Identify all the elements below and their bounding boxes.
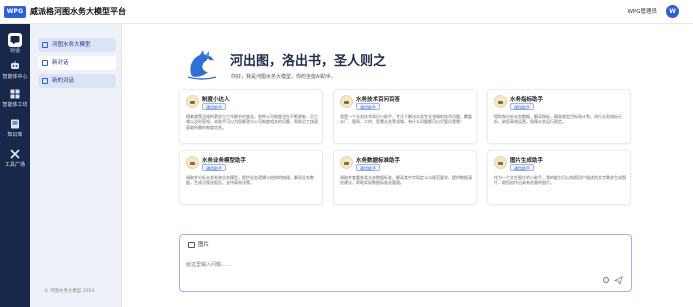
card-description: 提取和分析业务数据，解读指标，精准制定目标和计划，进行水务指标分析，助您高效运营…	[494, 114, 622, 125]
chat-input-box: 图片	[179, 234, 632, 292]
app-title: 威派格河图水务大模型平台	[30, 7, 126, 16]
conversation-item[interactable]: 新的对话	[38, 74, 116, 88]
agent-icon	[8, 59, 22, 73]
card-title: 水务业务模型助手	[202, 158, 247, 164]
hero-subtitle: 你好，我是河图水务大模型，你的全能AI助手。	[231, 74, 336, 80]
assistant-card[interactable]: 水务数据标准助手 通用助手 调取并查看各类水务数据标准，解读其中字段定义与规范要…	[333, 150, 477, 205]
card-tag: 通用助手	[356, 103, 380, 110]
card-tag: 通用助手	[202, 103, 226, 110]
assistant-avatar-icon	[340, 156, 353, 169]
card-title: 制度小达人	[202, 97, 230, 103]
left-nav: 对话 智能体中心 智能体工坊 知识库 工具广场	[0, 24, 30, 307]
image-upload-button[interactable]: 图片	[188, 241, 209, 249]
main-content: 河出图，洛出书，圣人则之 你好，我是河图水务大模型，你的全能AI助手。 制度小达…	[122, 24, 693, 307]
settings-icon[interactable]	[603, 277, 609, 283]
nav-item-agent-workshop[interactable]: 智能体工坊	[0, 84, 30, 112]
nav-item-agent-center[interactable]: 智能体中心	[0, 56, 30, 84]
hero-title: 河出图，洛出书，圣人则之	[230, 54, 387, 69]
card-description: 随着政策法规的更迭与工作细节的变化，各种公司制度也在不断更新，员工难以及时获知。…	[186, 114, 318, 130]
assistant-avatar-icon	[186, 95, 199, 108]
assistant-avatar-icon	[186, 156, 199, 169]
nav-item-knowledge[interactable]: 知识库	[0, 114, 30, 142]
nav-item-tools[interactable]: 工具广场	[0, 144, 30, 172]
assistant-avatar-icon	[494, 156, 507, 169]
card-description: 调取并查看各类水务数据标准，解读其中字段定义与规范要求，提供数据清洗建议，帮助实…	[340, 175, 472, 186]
image-upload-label: 图片	[198, 242, 210, 248]
user-avatar[interactable]: W	[666, 5, 679, 18]
copyright: © 河图水务大模型 2024	[44, 289, 95, 294]
card-title: 水务数据标准助手	[356, 158, 401, 164]
conversation-icon	[42, 78, 48, 84]
conversation-panel: 河图水务大模型 新对话 新的对话 © 河图水务大模型 2024	[30, 24, 122, 307]
card-title: 水务指标助手	[510, 97, 544, 103]
card-tag: 通用助手	[202, 164, 226, 171]
assistant-card[interactable]: 水务业务模型助手 通用助手 调取并分析水务系统业务模型，提供业务逻辑与结构的梳理…	[179, 150, 323, 205]
knowledge-icon	[8, 117, 22, 131]
workshop-icon	[8, 87, 22, 101]
side-item-label: 河图水务大模型	[52, 42, 91, 48]
new-chat-icon	[42, 60, 48, 66]
side-item-model[interactable]: 河图水务大模型	[38, 38, 116, 52]
top-bar: WPG 威派格河图水务大模型平台 WPG管理员 W	[0, 0, 693, 24]
app-logo: WPG	[4, 6, 26, 18]
assistant-card[interactable]: 图片生成助手 通用助手 作为一个文生图片的小助手，我的能力可以按照用户描述的文字…	[487, 150, 631, 205]
assistant-avatar-icon	[494, 95, 507, 108]
user-name[interactable]: WPG管理员	[627, 7, 657, 17]
nav-item-chat[interactable]: 对话	[0, 30, 30, 58]
model-icon	[42, 42, 48, 48]
nav-label-knowledge: 知识库	[7, 132, 23, 138]
card-description: 作为一个文生图片的小助手，我的能力可以按照用户描述的文字需求生成图片，助您创作出…	[494, 175, 626, 186]
card-tag: 通用助手	[510, 103, 534, 110]
card-description: 调取并分析水务系统业务模型，提供业务逻辑与结构的梳理，解读业务数据，生成可视化报…	[186, 175, 314, 186]
assistant-card[interactable]: 水务指标助手 通用助手 提取和分析业务数据，解读指标，精准制定目标和计划，进行水…	[487, 89, 631, 144]
send-icon[interactable]	[614, 276, 623, 285]
nav-label-agent-workshop: 智能体工坊	[2, 102, 28, 108]
side-item-label: 新对话	[52, 60, 69, 66]
new-chat-button[interactable]: 新对话	[38, 56, 116, 70]
chat-input[interactable]	[186, 259, 566, 271]
nav-label-agent-center: 智能体中心	[2, 74, 28, 80]
assistant-card[interactable]: 水务技术百问百答 通用助手 我是一个水务技术知识小助手，专注于解决水务专业领域的…	[333, 89, 477, 144]
card-description: 我是一个水务技术知识小助手，专注于解决水务专业领域的技术问题。覆盖水厂、管网、二…	[340, 114, 472, 125]
card-title: 水务技术百问百答	[356, 97, 401, 103]
card-tag: 通用助手	[510, 164, 534, 171]
chat-icon	[8, 33, 22, 47]
nav-label-tools: 工具广场	[4, 162, 25, 168]
card-title: 图片生成助手	[510, 158, 544, 164]
assistant-avatar-icon	[340, 95, 353, 108]
side-item-label: 新的对话	[52, 78, 75, 84]
card-tag: 通用助手	[356, 164, 380, 171]
nav-label-chat: 对话	[9, 48, 20, 54]
assistant-card[interactable]: 制度小达人 通用助手 随着政策法规的更迭与工作细节的变化，各种公司制度也在不断更…	[179, 89, 323, 144]
dragon-logo-icon	[187, 50, 217, 80]
tools-icon	[8, 147, 22, 161]
image-icon	[188, 242, 195, 248]
